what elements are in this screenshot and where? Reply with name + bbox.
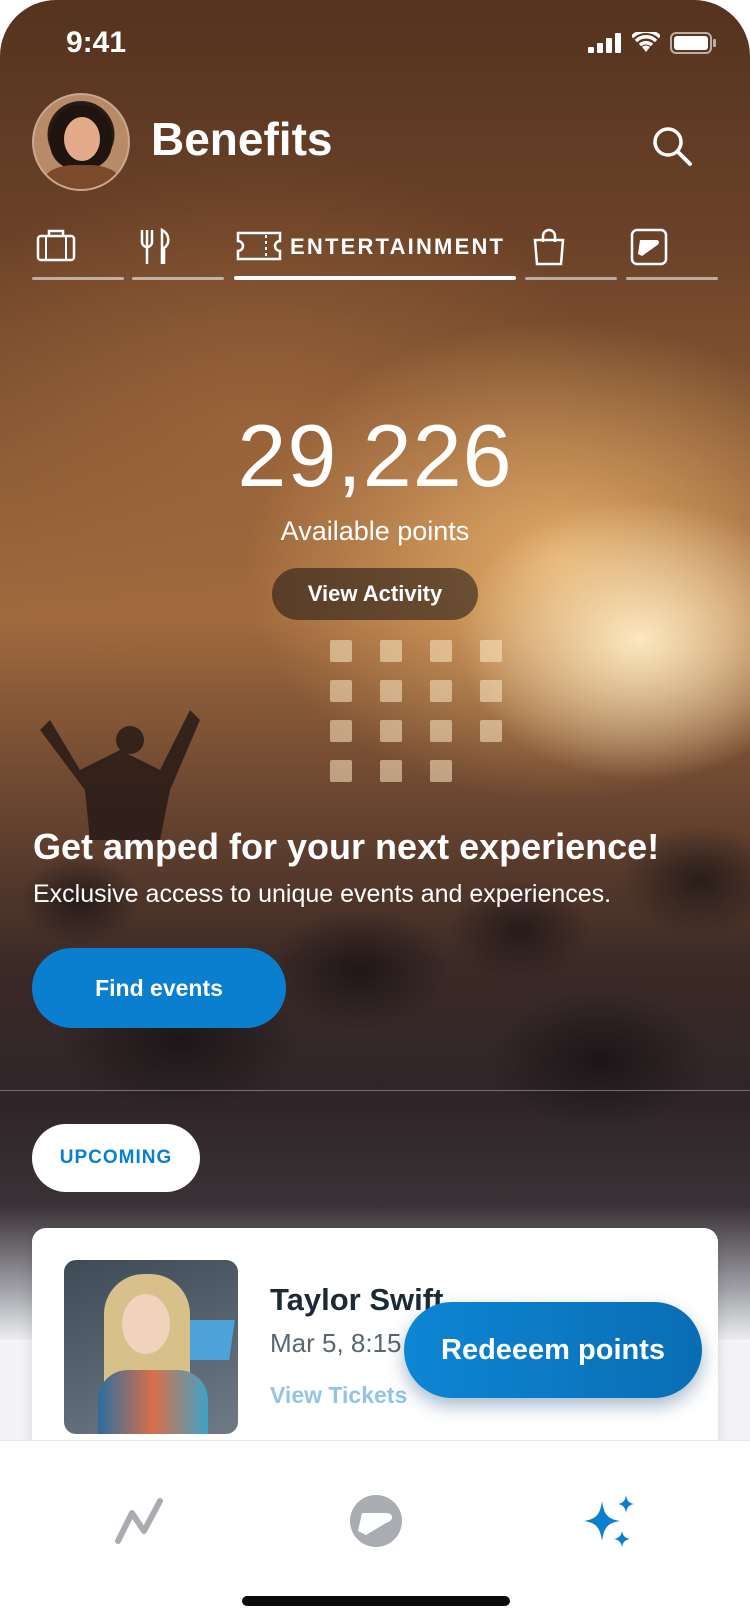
event-image bbox=[64, 1260, 238, 1434]
brand-logo-icon bbox=[630, 228, 668, 266]
shopping-bag-icon bbox=[533, 228, 565, 266]
activity-icon[interactable] bbox=[110, 1491, 170, 1551]
fork-knife-icon bbox=[140, 228, 170, 264]
status-icons bbox=[588, 32, 716, 54]
signal-icon bbox=[588, 33, 621, 53]
event-name: Taylor Swift bbox=[270, 1282, 444, 1317]
promo-title: Get amped for your next experience! bbox=[33, 826, 660, 867]
section-divider bbox=[0, 1090, 750, 1091]
ticket-icon bbox=[236, 231, 282, 261]
event-date: Mar 5, 8:15 bbox=[270, 1328, 402, 1358]
sparkles-icon[interactable] bbox=[580, 1491, 640, 1551]
battery-icon bbox=[670, 32, 716, 54]
points-value: 29,226 bbox=[237, 406, 513, 505]
briefcase-icon bbox=[36, 229, 76, 262]
brand-logo-icon[interactable] bbox=[346, 1491, 406, 1551]
page-title: Benefits bbox=[151, 113, 333, 165]
tab-dining[interactable] bbox=[132, 224, 224, 280]
search-icon[interactable] bbox=[650, 124, 694, 168]
tab-travel[interactable] bbox=[32, 224, 124, 280]
phone-screen: 9:41 Benefits ENTERTAINMENT 29,226 Avail… bbox=[0, 0, 750, 1624]
tab-brand[interactable] bbox=[626, 224, 718, 280]
tab-entertainment-label: ENTERTAINMENT bbox=[290, 234, 506, 259]
status-bar: 9:41 bbox=[0, 0, 750, 90]
redeem-points-button[interactable]: Redeeem points bbox=[404, 1302, 702, 1398]
view-activity-button[interactable]: View Activity bbox=[272, 568, 478, 620]
tab-shopping[interactable] bbox=[525, 224, 617, 280]
tab-entertainment[interactable]: ENTERTAINMENT bbox=[234, 224, 516, 280]
wifi-icon bbox=[632, 32, 660, 52]
status-time: 9:41 bbox=[66, 26, 127, 59]
home-indicator[interactable] bbox=[242, 1596, 510, 1606]
upcoming-chip[interactable]: UPCOMING bbox=[32, 1124, 200, 1192]
promo-subtitle: Exclusive access to unique events and ex… bbox=[33, 880, 612, 908]
find-events-button[interactable]: Find events bbox=[32, 948, 286, 1028]
avatar[interactable] bbox=[32, 93, 130, 191]
points-label: Available points bbox=[280, 516, 470, 546]
view-tickets-link[interactable]: View Tickets bbox=[270, 1382, 407, 1409]
